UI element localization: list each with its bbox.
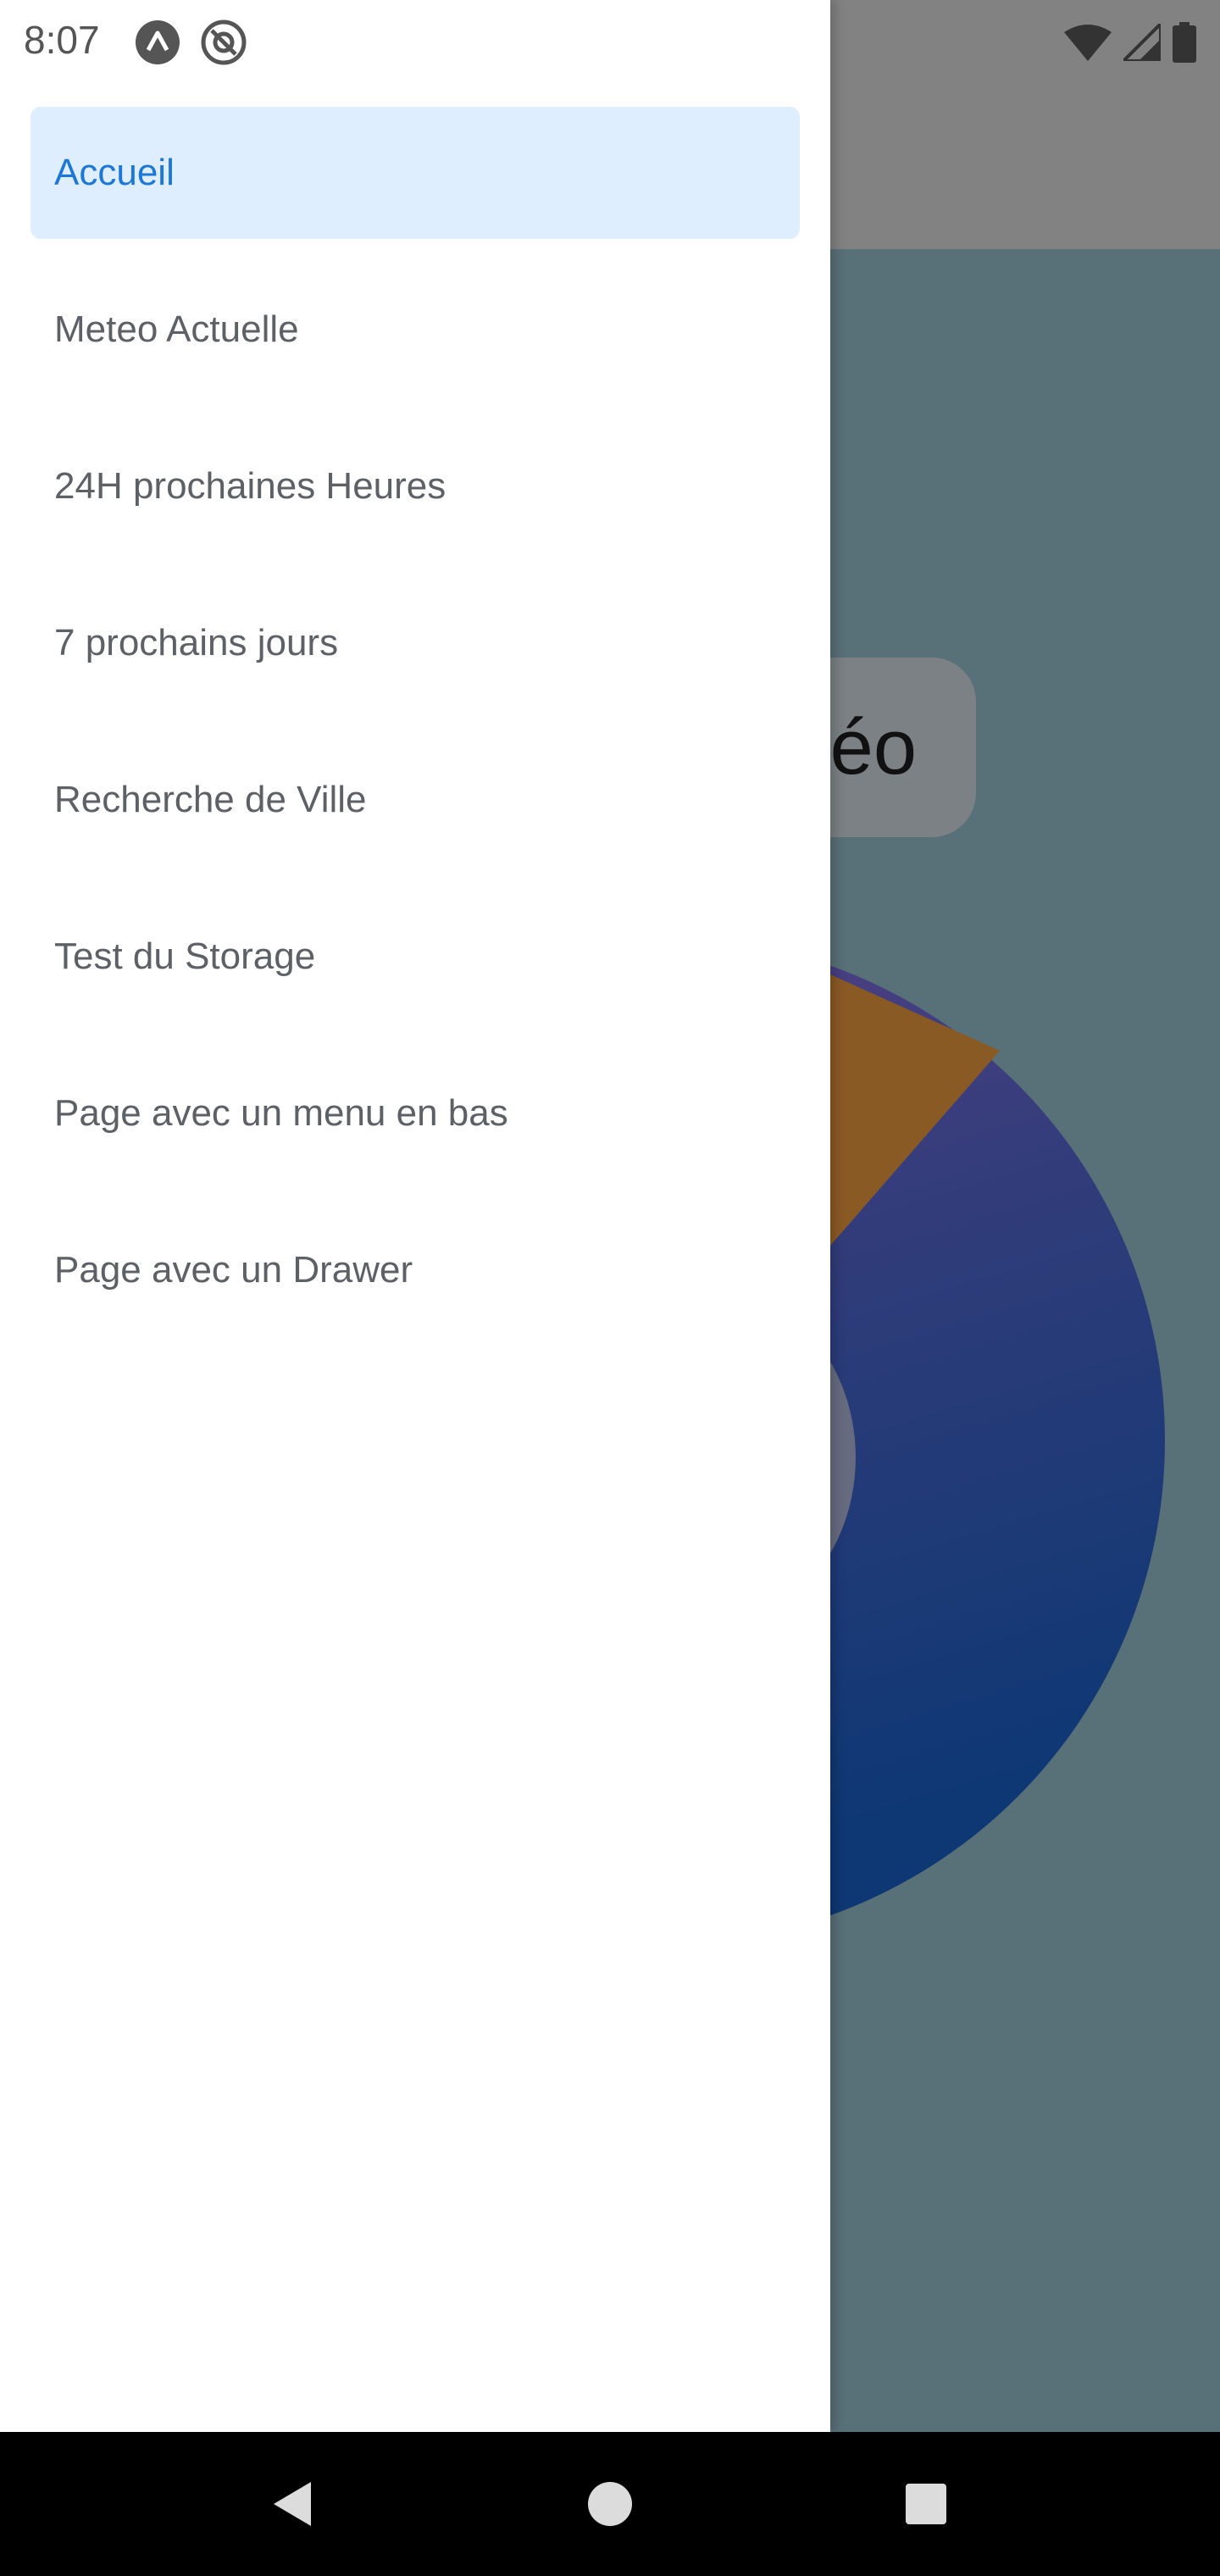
cell-signal-icon bbox=[1123, 24, 1161, 61]
at-sign-icon bbox=[201, 19, 247, 65]
recents-icon bbox=[906, 2484, 946, 2524]
battery-icon bbox=[1173, 22, 1196, 63]
drawer-item-24h[interactable]: 24H prochaines Heures bbox=[30, 420, 800, 552]
home-button[interactable] bbox=[563, 2432, 657, 2576]
drawer-item-7-jours[interactable]: 7 prochains jours bbox=[30, 577, 800, 709]
drawer-item-test-storage[interactable]: Test du Storage bbox=[30, 891, 800, 1023]
system-nav-bar bbox=[0, 2432, 1220, 2576]
drawer-item-recherche-ville[interactable]: Recherche de Ville bbox=[30, 734, 800, 866]
status-right-icons bbox=[1064, 22, 1196, 63]
drawer-item-menu-en-bas[interactable]: Page avec un menu en bas bbox=[30, 1047, 800, 1180]
navigation-drawer: Accueil Meteo Actuelle 24H prochaines He… bbox=[0, 0, 830, 2432]
home-icon bbox=[588, 2482, 632, 2526]
drawer-item-accueil[interactable]: Accueil bbox=[30, 107, 800, 239]
expo-icon bbox=[136, 20, 180, 64]
back-icon bbox=[274, 2482, 311, 2526]
drawer-menu: Accueil Meteo Actuelle 24H prochaines He… bbox=[30, 107, 800, 1361]
status-bar: 8:07 bbox=[0, 0, 1220, 85]
drawer-item-meteo-actuelle[interactable]: Meteo Actuelle bbox=[30, 264, 800, 396]
recents-button[interactable] bbox=[879, 2432, 973, 2576]
status-time: 8:07 bbox=[24, 18, 100, 62]
wifi-icon bbox=[1064, 25, 1112, 61]
back-button[interactable] bbox=[246, 2432, 339, 2576]
drawer-item-drawer[interactable]: Page avec un Drawer bbox=[30, 1204, 800, 1336]
